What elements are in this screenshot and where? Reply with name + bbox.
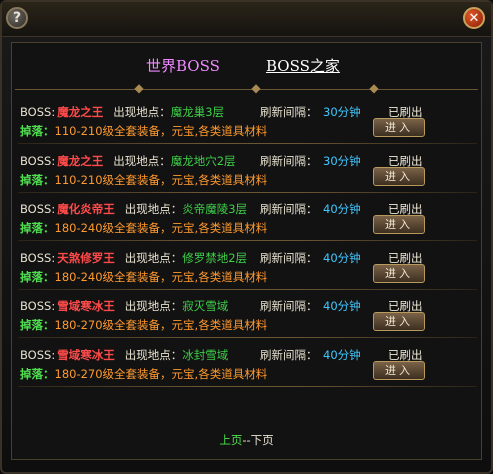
pagination: 上页--下页 xyxy=(12,432,481,448)
row-divider xyxy=(18,337,477,338)
tab-world-boss[interactable]: 世界BOSS xyxy=(146,55,220,76)
boss-row: BOSS: 魔龙之王 出现地点：魔龙巢3层 刷新间隔： 30分钟 已刷出 掉落：110-21… xyxy=(18,98,477,144)
drop-label: 掉落： xyxy=(20,172,55,187)
boss-info-line: BOSS: 魔龙之王 出现地点：魔龙地穴2层 xyxy=(20,153,236,169)
question-mark-icon[interactable]: ? xyxy=(6,7,28,29)
refresh-interval: 40分钟 xyxy=(323,250,361,265)
ornament-icon: ◆ xyxy=(369,81,379,95)
refresh-label: 刷新间隔： xyxy=(260,347,318,362)
boss-location: 炎帝魔陵3层 xyxy=(182,202,248,216)
tab-divider: ◆ ◆ ◆ xyxy=(15,81,478,95)
boss-info-line: BOSS: 雪域寒冰王 出现地点：冰封雪域 xyxy=(20,347,228,363)
boss-row: BOSS: 魔化炎帝王 出现地点：炎帝魔陵3层 刷新间隔： 40分钟 已刷出 掉落：180-… xyxy=(18,195,477,241)
boss-name: 魔化炎帝王 xyxy=(57,202,115,216)
enter-button[interactable]: 进入 xyxy=(373,118,425,137)
refresh-label: 刷新间隔： xyxy=(260,299,318,313)
boss-info-line: BOSS: 魔龙之王 出现地点：魔龙巢3层 xyxy=(20,104,224,120)
refresh-interval: 40分钟 xyxy=(323,347,361,362)
enter-button[interactable]: 进入 xyxy=(373,166,425,186)
boss-label: BOSS: xyxy=(20,347,56,362)
boss-name: 雪域寒冰王 xyxy=(57,299,115,313)
close-icon[interactable]: ✕ xyxy=(463,7,485,29)
boss-window: ? ✕ 世界BOSS BOSS之家 ◆ ◆ ◆ BOSS: 魔龙之王 出现地点：魔龙… xyxy=(0,0,493,474)
boss-info-line: BOSS: 雪域寒冰王 出现地点：寂灭雪域 xyxy=(20,298,228,314)
row-divider xyxy=(18,240,477,241)
drop-text: 180-270级全套装备，元宝,各类道具材料 xyxy=(54,366,268,381)
drop-label: 掉落： xyxy=(20,221,55,235)
tab-bar: 世界BOSS BOSS之家 xyxy=(12,43,481,83)
drop-line: 掉落：180-240级全套装备，元宝,各类道具材料 xyxy=(20,220,267,236)
row-divider xyxy=(18,288,477,290)
drop-text: 110-210级全套装备，元宝,各类道具材料 xyxy=(54,124,268,138)
boss-label: BOSS: xyxy=(20,202,56,216)
boss-label: BOSS: xyxy=(20,299,56,313)
boss-name: 魔龙之王 xyxy=(57,153,104,168)
boss-row: BOSS: 天煞修罗王 出现地点：修罗禁地2层 刷新间隔： 40分钟 已刷出 掉落：180-… xyxy=(18,244,477,290)
enter-button[interactable]: 进入 xyxy=(373,263,425,283)
drop-label: 掉落： xyxy=(20,318,55,332)
drop-text: 180-240级全套装备，元宝,各类道具材料 xyxy=(54,221,268,235)
location-label: 出现地点： xyxy=(124,347,183,362)
enter-button[interactable]: 进入 xyxy=(373,312,425,331)
boss-location: 冰封雪域 xyxy=(182,347,229,362)
pager-separator: -- xyxy=(242,433,251,447)
prev-page-link[interactable]: 上页 xyxy=(219,433,242,447)
boss-info-line: BOSS: 魔化炎帝王 出现地点：炎帝魔陵3层 xyxy=(20,201,247,217)
drop-label: 掉落： xyxy=(20,124,55,138)
ornament-icon: ◆ xyxy=(134,81,144,95)
boss-location: 寂灭雪域 xyxy=(182,299,229,313)
drop-text: 180-270级全套装备，元宝,各类道具材料 xyxy=(54,318,268,332)
refresh-interval: 40分钟 xyxy=(323,202,361,216)
boss-label: BOSS: xyxy=(20,105,56,119)
refresh-interval: 30分钟 xyxy=(323,153,361,168)
boss-panel: 世界BOSS BOSS之家 ◆ ◆ ◆ BOSS: 魔龙之王 出现地点：魔龙巢3层刷… xyxy=(11,42,482,460)
row-divider xyxy=(18,143,477,144)
drop-text: 110-210级全套装备，元宝,各类道具材料 xyxy=(54,172,268,187)
boss-name: 雪域寒冰王 xyxy=(57,347,115,362)
boss-label: BOSS: xyxy=(20,153,56,168)
boss-row: BOSS: 雪域寒冰王 出现地点：冰封雪域 刷新间隔： 40分钟 已刷出 掉落：180-27… xyxy=(18,341,477,387)
refresh-label: 刷新间隔： xyxy=(260,105,318,119)
enter-button[interactable]: 进入 xyxy=(373,215,425,234)
boss-location: 魔龙地穴2层 xyxy=(170,153,236,168)
location-label: 出现地点： xyxy=(113,105,171,119)
boss-name: 天煞修罗王 xyxy=(57,250,115,265)
drop-label: 掉落： xyxy=(20,366,55,381)
location-label: 出现地点： xyxy=(124,299,183,313)
boss-name: 魔龙之王 xyxy=(57,105,104,119)
boss-row: BOSS: 魔龙之王 出现地点：魔龙地穴2层 刷新间隔： 30分钟 已刷出 掉落：110-2… xyxy=(18,147,477,193)
next-page-link[interactable]: 下页 xyxy=(251,433,274,447)
refresh-interval: 30分钟 xyxy=(323,105,361,119)
drop-label: 掉落： xyxy=(20,269,55,284)
boss-info-line: BOSS: 天煞修罗王 出现地点：修罗禁地2层 xyxy=(20,250,247,266)
row-divider xyxy=(18,191,477,193)
tab-boss-home[interactable]: BOSS之家 xyxy=(266,55,340,76)
refresh-interval: 40分钟 xyxy=(323,299,361,313)
drop-line: 掉落：180-270级全套装备，元宝,各类道具材料 xyxy=(20,366,267,382)
location-label: 出现地点： xyxy=(124,250,183,265)
row-divider xyxy=(18,385,477,387)
drop-line: 掉落：110-210级全套装备，元宝,各类道具材料 xyxy=(20,172,267,188)
enter-button[interactable]: 进入 xyxy=(373,360,425,380)
drop-line: 掉落：110-210级全套装备，元宝,各类道具材料 xyxy=(20,123,267,139)
location-label: 出现地点： xyxy=(124,202,183,216)
drop-text: 180-240级全套装备，元宝,各类道具材料 xyxy=(54,269,268,284)
location-label: 出现地点： xyxy=(113,153,171,168)
refresh-label: 刷新间隔： xyxy=(260,250,318,265)
refresh-label: 刷新间隔： xyxy=(260,153,318,168)
boss-location: 修罗禁地2层 xyxy=(182,250,248,265)
boss-row: BOSS: 雪域寒冰王 出现地点：寂灭雪域 刷新间隔： 40分钟 已刷出 掉落：180-27… xyxy=(18,292,477,338)
refresh-label: 刷新间隔： xyxy=(260,202,318,216)
window-title-bar: ? ✕ xyxy=(2,2,491,37)
ornament-icon: ◆ xyxy=(251,81,261,95)
drop-line: 掉落：180-240级全套装备，元宝,各类道具材料 xyxy=(20,269,267,285)
drop-line: 掉落：180-270级全套装备，元宝,各类道具材料 xyxy=(20,317,267,333)
boss-label: BOSS: xyxy=(20,250,56,265)
boss-location: 魔龙巢3层 xyxy=(170,105,225,119)
